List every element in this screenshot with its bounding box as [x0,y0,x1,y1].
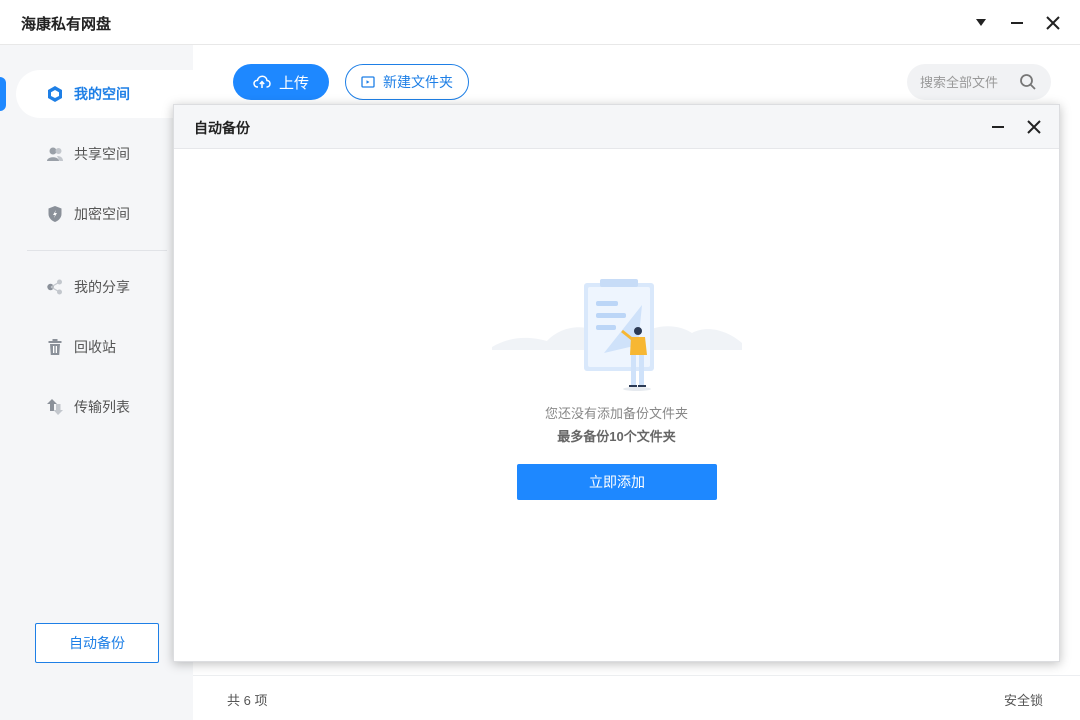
sidebar-item-my-space[interactable]: 我的空间 [16,70,193,118]
cube-icon [46,85,64,103]
sidebar-item-recycle-bin[interactable]: 回收站 [16,323,193,371]
sidebar: 我的空间 共享空间 加密空间 我的分享 回收站 传输列表 自动备份 [0,45,193,720]
search-box [907,64,1051,100]
sidebar-item-label: 回收站 [74,337,116,357]
new-folder-button[interactable]: 新建文件夹 [345,64,469,100]
sidebar-item-my-share[interactable]: 我的分享 [16,263,193,311]
status-bar: 共 6 项 安全锁 [193,675,1080,720]
empty-clipboard-illustration [492,275,742,395]
cloud-upload-icon [253,75,271,89]
transfer-icon [46,398,64,416]
active-indicator [0,77,6,111]
shield-icon [46,205,64,223]
upload-button[interactable]: 上传 [233,64,329,100]
empty-message: 您还没有添加备份文件夹 [174,403,1059,422]
item-count: 共 6 项 [227,690,267,709]
sidebar-item-label: 我的分享 [74,277,130,297]
add-now-button[interactable]: 立即添加 [517,464,717,500]
sidebar-divider [27,250,167,251]
sidebar-item-encrypted-space[interactable]: 加密空间 [16,190,193,238]
auto-backup-button[interactable]: 自动备份 [35,623,159,663]
folder-add-icon [361,75,375,89]
dialog-close-button[interactable] [1022,115,1046,139]
upload-label: 上传 [279,72,309,93]
sidebar-item-label: 加密空间 [74,204,130,224]
close-button[interactable] [1040,10,1066,36]
new-folder-label: 新建文件夹 [383,72,453,92]
sidebar-item-transfer-list[interactable]: 传输列表 [16,383,193,431]
users-icon [46,145,64,163]
backup-limit-hint: 最多备份10个文件夹 [174,426,1059,445]
dropdown-icon [975,18,987,28]
share-icon [46,278,64,296]
auto-backup-dialog: 自动备份 您还没有添加备份文件夹 最多备份10个文件夹 立即添加 [173,104,1060,662]
dialog-title: 自动备份 [194,118,250,138]
minimize-icon [1010,16,1024,30]
dialog-header: 自动备份 [174,105,1059,149]
sidebar-item-shared-space[interactable]: 共享空间 [16,130,193,178]
dialog-minimize-button[interactable] [986,115,1010,139]
security-lock-button[interactable]: 安全锁 [1004,690,1043,709]
sidebar-item-label: 共享空间 [74,144,130,164]
app-title: 海康私有网盘 [21,13,111,34]
minimize-button[interactable] [1004,10,1030,36]
close-icon [1046,16,1060,30]
dropdown-button[interactable] [968,10,994,36]
close-icon [1027,120,1041,134]
trash-icon [46,338,64,356]
sidebar-item-label: 传输列表 [74,397,130,417]
sidebar-item-label: 我的空间 [74,84,130,104]
minimize-icon [991,120,1005,134]
search-icon[interactable] [1019,73,1037,96]
title-bar: 海康私有网盘 [0,0,1080,45]
search-input[interactable] [920,75,1020,90]
